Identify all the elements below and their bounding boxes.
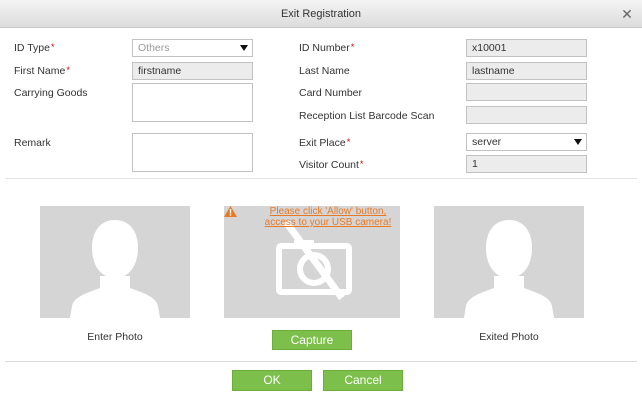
ok-button[interactable]: OK (232, 370, 312, 391)
exit-place-select[interactable]: server (466, 133, 587, 151)
barcode-scan-field[interactable] (466, 106, 587, 124)
footer-divider (5, 361, 637, 362)
id-type-label: ID Type* (14, 42, 55, 54)
visitor-count-label: Visitor Count* (299, 159, 364, 171)
visitor-count-field[interactable]: 1 (466, 155, 587, 173)
exited-photo (434, 206, 584, 318)
carrying-goods-textarea[interactable] (132, 83, 253, 122)
id-number-field[interactable]: x10001 (466, 39, 587, 57)
enter-photo (40, 206, 190, 318)
camera-warning-link[interactable]: Please click 'Allow' button, access to y… (258, 206, 398, 228)
dialog-title: Exit Registration (280, 8, 362, 20)
exit-place-label: Exit Place* (299, 137, 351, 149)
chevron-down-icon (574, 139, 582, 145)
card-number-field[interactable] (466, 83, 587, 101)
registration-form: ID Type* Others First Name* firstname Ca… (5, 28, 637, 179)
id-number-label: ID Number* (299, 42, 355, 54)
remark-label: Remark (14, 137, 51, 149)
last-name-field[interactable]: lastname (466, 62, 587, 80)
cancel-button[interactable]: Cancel (323, 370, 403, 391)
dialog-titlebar: Exit Registration ✕ (0, 0, 642, 28)
close-icon[interactable]: ✕ (620, 7, 634, 21)
enter-photo-label: Enter Photo (87, 331, 143, 343)
last-name-label: Last Name (299, 65, 350, 77)
capture-button[interactable]: Capture (272, 330, 352, 350)
carrying-goods-label: Carrying Goods (14, 87, 88, 99)
card-number-label: Card Number (299, 87, 363, 99)
exited-photo-label: Exited Photo (479, 331, 539, 343)
person-silhouette-icon (464, 220, 554, 318)
warning-icon (224, 206, 237, 217)
first-name-label: First Name* (14, 65, 70, 77)
person-silhouette-icon (70, 220, 160, 318)
id-type-select[interactable]: Others (132, 39, 253, 57)
barcode-scan-label: Reception List Barcode Scan (299, 110, 435, 122)
first-name-field[interactable]: firstname (132, 62, 253, 80)
remark-textarea[interactable] (132, 133, 253, 172)
chevron-down-icon (240, 45, 248, 51)
